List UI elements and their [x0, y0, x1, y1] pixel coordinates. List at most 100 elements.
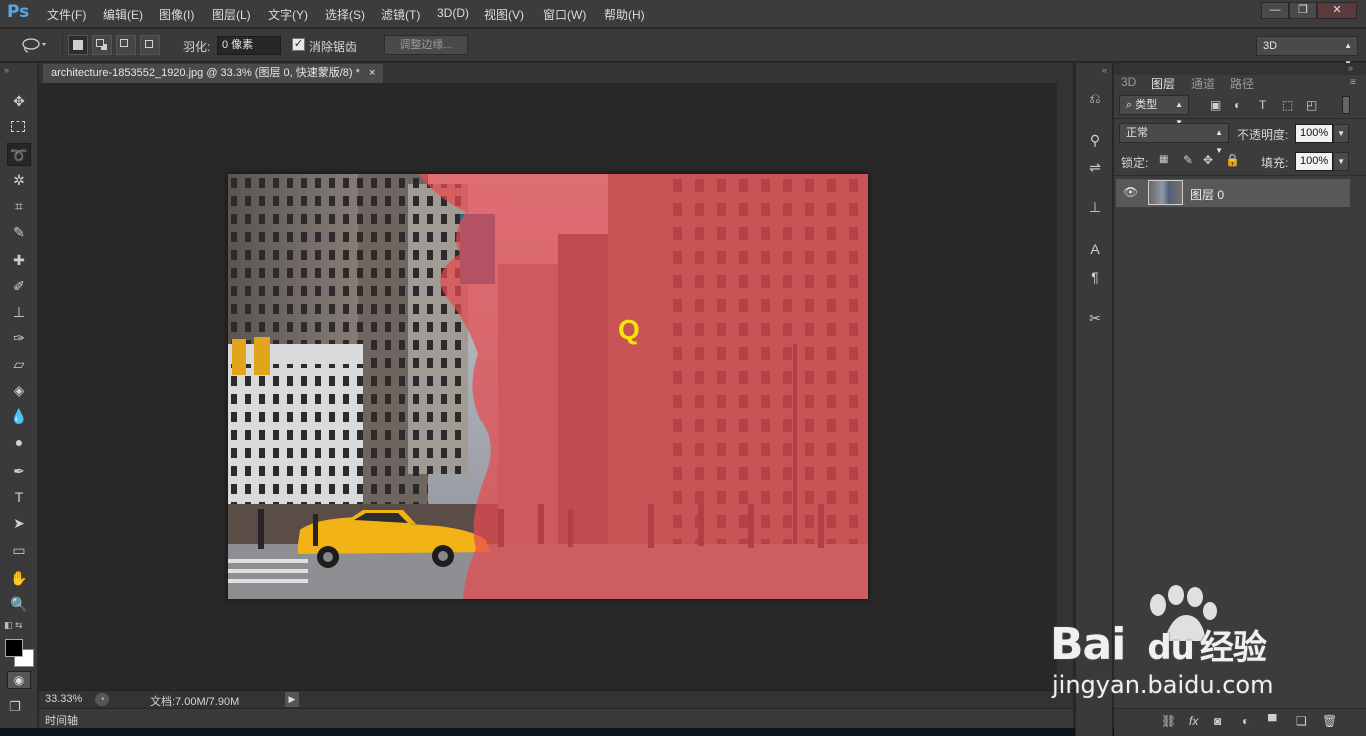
menu-image[interactable]: 图像(I) — [159, 6, 194, 23]
visibility-eye-icon[interactable]: 👁 — [1123, 185, 1138, 199]
new-selection-icon[interactable] — [68, 35, 88, 55]
tab-paths[interactable]: 路径 — [1230, 75, 1254, 92]
menu-view[interactable]: 视图(V) — [484, 6, 524, 23]
close-button[interactable]: ✕ — [1317, 2, 1357, 19]
adjustment-layer-icon[interactable]: ◐ — [1242, 714, 1249, 728]
paint-bucket-tool-icon[interactable]: ◈ — [7, 379, 31, 402]
status-info-icon[interactable]: ◔ — [95, 693, 109, 706]
add-selection-icon[interactable] — [92, 35, 112, 55]
tab-layers[interactable]: 图层 — [1143, 75, 1184, 92]
menu-3d[interactable]: 3D(D) — [437, 6, 469, 20]
filter-adjustment-icon[interactable]: ◐ — [1234, 98, 1241, 112]
eraser-tool-icon[interactable]: ▱ — [7, 353, 31, 376]
expand-dock-icon[interactable]: « — [1102, 65, 1107, 75]
photoshop-logo: Ps — [7, 2, 30, 22]
restore-button[interactable]: ❐ — [1289, 2, 1317, 19]
tools-panel: » ✥ ➰ ✲ ⌗ ✎ ✚ ✐ ⊥ ✑ ▱ ◈ 💧 ● ✒ T ➤ ▭ ✋ 🔍 … — [0, 63, 38, 736]
new-layer-icon[interactable]: ❏ — [1296, 714, 1307, 728]
opacity-slider-button[interactable]: ▼ — [1333, 124, 1349, 143]
new-group-icon[interactable]: ▀ — [1268, 714, 1277, 728]
menu-file[interactable]: 文件(F) — [47, 6, 86, 23]
tab-channels[interactable]: 通道 — [1191, 75, 1215, 92]
brush-tool-icon[interactable]: ✐ — [7, 275, 31, 298]
opacity-label: 不透明度: — [1237, 128, 1289, 142]
menu-filter[interactable]: 滤镜(T) — [381, 6, 420, 23]
paragraph-panel-icon[interactable]: ¶ — [1084, 266, 1106, 288]
refine-edge-button[interactable]: 调整边缘... — [384, 35, 468, 55]
filter-type-label: 类型 — [1135, 99, 1158, 111]
filter-shape-icon[interactable]: ⬚ — [1282, 98, 1293, 112]
menu-window[interactable]: 窗口(W) — [543, 6, 586, 23]
delete-layer-icon[interactable]: 🗑 — [1322, 714, 1337, 728]
panel-menu-icon[interactable]: ≡ — [1350, 77, 1356, 88]
menu-help[interactable]: 帮助(H) — [604, 6, 645, 23]
collapse-icon[interactable]: » — [4, 65, 9, 75]
intersect-selection-icon[interactable] — [140, 35, 160, 55]
menu-edit[interactable]: 编辑(E) — [103, 6, 143, 23]
document-canvas[interactable]: Q — [228, 174, 868, 599]
magic-wand-tool-icon[interactable]: ✲ — [7, 169, 31, 192]
screen-mode-icon[interactable]: ❐ — [9, 699, 21, 715]
link-layers-icon[interactable]: ⛓ — [1161, 714, 1176, 728]
layer-filter-dropdown[interactable]: ⌕ 类型 ▲▼ — [1119, 95, 1189, 127]
layer-name[interactable]: 图层 0 — [1190, 186, 1224, 203]
menu-layer[interactable]: 图层(L) — [212, 6, 251, 23]
shape-tool-icon[interactable]: ▭ — [7, 539, 31, 562]
opacity-input[interactable]: 100% — [1295, 124, 1333, 143]
document-tab[interactable]: architecture-1853552_1920.jpg @ 33.3% (图… — [43, 64, 384, 83]
blur-tool-icon[interactable]: 💧 — [7, 405, 31, 428]
collapse-panel-icon[interactable]: » — [1348, 63, 1353, 73]
filter-smart-object-icon[interactable]: ◰ — [1306, 98, 1317, 112]
menu-select[interactable]: 选择(S) — [325, 6, 365, 23]
antialias-checkbox[interactable]: ✓ — [292, 38, 305, 51]
filter-toggle-switch[interactable] — [1342, 96, 1350, 114]
pen-tool-icon[interactable]: ✒ — [7, 460, 31, 483]
quick-mask-icon[interactable]: ◉ — [7, 671, 31, 689]
blend-mode-dropdown[interactable]: 正常 ▲ ▼ — [1119, 123, 1229, 155]
layer-style-icon[interactable]: fx — [1189, 714, 1198, 728]
filter-pixel-icon[interactable]: ▣ — [1210, 98, 1221, 112]
feather-input[interactable]: 0 像素 — [217, 36, 281, 55]
clone-source-icon[interactable]: ⊥ — [1084, 196, 1106, 218]
minimize-button[interactable]: — — [1261, 2, 1289, 19]
hand-tool-icon[interactable]: ✋ — [7, 567, 31, 590]
path-selection-tool-icon[interactable]: ➤ — [7, 512, 31, 535]
default-colors-icon[interactable]: ◧ ⇆ — [4, 620, 23, 631]
status-menu-arrow-icon[interactable]: ▶ — [285, 692, 299, 707]
move-tool-icon[interactable]: ✥ — [7, 90, 31, 113]
lock-position-icon[interactable]: ✥ — [1203, 153, 1213, 167]
healing-brush-tool-icon[interactable]: ✚ — [7, 249, 31, 272]
lock-transparent-icon[interactable]: ▦ — [1159, 154, 1168, 165]
tab-3d[interactable]: 3D — [1121, 75, 1136, 89]
close-tab-icon[interactable]: × — [369, 67, 375, 79]
lasso-tool-icon[interactable] — [20, 37, 48, 53]
zoom-tool-icon[interactable]: 🔍 — [7, 593, 31, 616]
brush-panel-icon[interactable]: ⇌ — [1084, 156, 1106, 178]
subtract-selection-icon[interactable] — [116, 35, 136, 55]
brush-presets-icon[interactable]: ⚲ — [1084, 129, 1106, 151]
lock-image-icon[interactable]: ✎ — [1183, 153, 1193, 167]
foreground-color-swatch[interactable] — [5, 639, 23, 657]
dodge-tool-icon[interactable]: ● — [7, 431, 31, 454]
history-panel-icon[interactable]: ⎌ — [1084, 87, 1106, 109]
filter-type-icon[interactable]: T — [1259, 98, 1266, 112]
type-tool-icon[interactable]: T — [7, 486, 31, 509]
marquee-tool-icon[interactable] — [7, 116, 31, 139]
tool-presets-icon[interactable]: ✂ — [1084, 307, 1106, 329]
timeline-label[interactable]: 时间轴 — [45, 712, 78, 728]
dropdown-arrow-icon: ▲▼ — [1215, 128, 1223, 155]
fill-input[interactable]: 100% — [1295, 152, 1333, 171]
layer-row[interactable]: 👁 图层 0 — [1116, 179, 1350, 207]
add-mask-icon[interactable]: ◙ — [1214, 714, 1221, 728]
lock-all-icon[interactable]: 🔒 — [1225, 153, 1240, 167]
workspace-dropdown[interactable]: 3D ▲▼ — [1256, 36, 1358, 68]
character-panel-icon[interactable]: A — [1084, 238, 1106, 260]
fill-slider-button[interactable]: ▼ — [1333, 152, 1349, 171]
history-brush-tool-icon[interactable]: ✑ — [7, 327, 31, 350]
zoom-level[interactable]: 33.33% — [45, 693, 82, 705]
eyedropper-tool-icon[interactable]: ✎ — [7, 221, 31, 244]
crop-tool-icon[interactable]: ⌗ — [7, 195, 31, 218]
lasso-tool-icon[interactable]: ➰ — [7, 143, 31, 166]
stamp-tool-icon[interactable]: ⊥ — [7, 301, 31, 324]
menu-type[interactable]: 文字(Y) — [268, 6, 308, 23]
